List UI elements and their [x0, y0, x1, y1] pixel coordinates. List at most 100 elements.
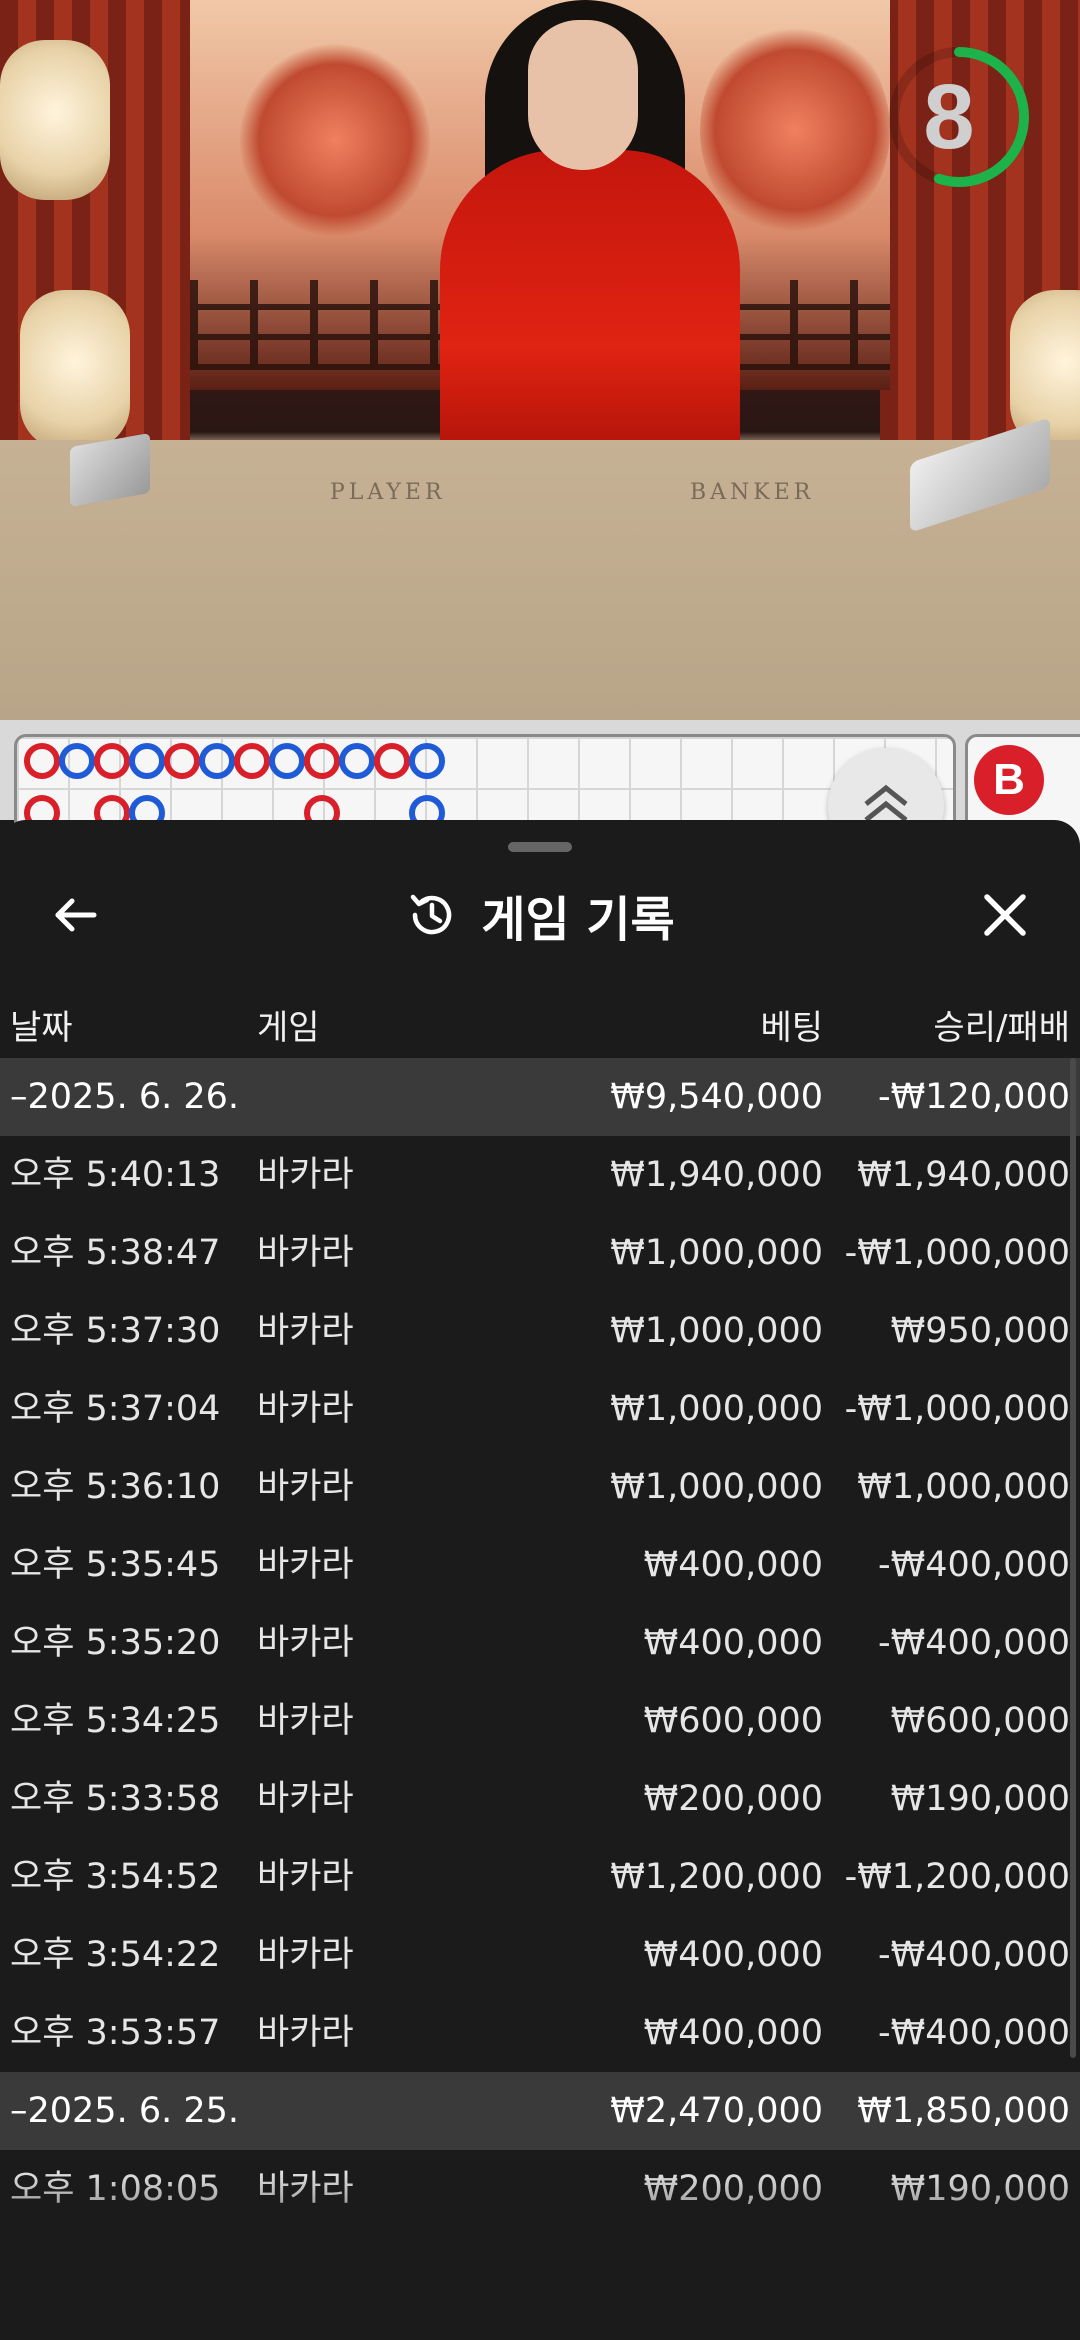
row-game: 바카라: [257, 1311, 354, 1351]
row-game: 바카라: [257, 1779, 354, 1819]
sheet-drag-handle[interactable]: [508, 842, 572, 852]
row-time: 오후 5:36:10: [10, 1467, 221, 1507]
row-time: 오후 3:54:22: [10, 1935, 221, 1975]
history-row[interactable]: 오후 5:35:45 바카라 ₩400,000 -₩400,000: [0, 1526, 1080, 1604]
history-row[interactable]: 오후 3:53:57 바카라 ₩400,000 -₩400,000: [0, 1994, 1080, 2072]
row-winloss: ₩1,000,000: [857, 1467, 1070, 1507]
row-game: 바카라: [257, 2013, 354, 2053]
group-bet-total: ₩9,540,000: [610, 1077, 823, 1117]
row-winloss: ₩950,000: [890, 1311, 1070, 1351]
row-game: 바카라: [257, 1389, 354, 1429]
row-winloss: ₩600,000: [890, 1701, 1070, 1741]
row-winloss: -₩1,200,000: [844, 1857, 1070, 1897]
row-bet: ₩1,000,000: [610, 1389, 823, 1429]
row-bet: ₩1,000,000: [610, 1233, 823, 1273]
blossom-tree-left: [240, 40, 430, 240]
column-header-bet[interactable]: 베팅: [760, 998, 823, 1058]
history-row[interactable]: 오후 5:37:30 바카라 ₩1,000,000 ₩950,000: [0, 1292, 1080, 1370]
row-winloss: -₩400,000: [878, 1623, 1070, 1663]
dealer-dress: [440, 150, 740, 480]
date-group-row[interactable]: –2025. 6. 25. ₩2,470,000 ₩1,850,000: [0, 2072, 1080, 2150]
row-bet: ₩1,000,000: [610, 1467, 823, 1507]
history-row[interactable]: 오후 3:54:52 바카라 ₩1,200,000 -₩1,200,000: [0, 1838, 1080, 1916]
player-bead: [129, 743, 165, 779]
row-winloss: -₩1,000,000: [844, 1233, 1070, 1273]
row-time: 오후 5:37:30: [10, 1311, 221, 1351]
player-bead: [409, 743, 445, 779]
player-bead: [269, 743, 305, 779]
group-date: –2025. 6. 25.: [10, 2091, 240, 2131]
row-bet: ₩200,000: [643, 1779, 823, 1819]
row-winloss: -₩400,000: [878, 1935, 1070, 1975]
banker-bead: [234, 743, 270, 779]
close-icon: [984, 894, 1026, 936]
history-row[interactable]: 오후 5:37:04 바카라 ₩1,000,000 -₩1,000,000: [0, 1370, 1080, 1448]
lantern-left: [0, 40, 110, 200]
history-row[interactable]: 오후 5:33:58 바카라 ₩200,000 ₩190,000: [0, 1760, 1080, 1838]
banker-bead: [94, 743, 130, 779]
player-bead: [59, 743, 95, 779]
row-game: 바카라: [257, 2169, 354, 2209]
row-bet: ₩400,000: [643, 1545, 823, 1585]
group-winloss-total: ₩1,850,000: [857, 2091, 1070, 2131]
history-row[interactable]: 오후 3:54:22 바카라 ₩400,000 -₩400,000: [0, 1916, 1080, 1994]
dealer-face: [528, 20, 638, 170]
live-dealer-video: PLAYER BANKER 8: [0, 0, 1080, 720]
row-game: 바카라: [257, 1155, 354, 1195]
history-row[interactable]: 오후 5:38:47 바카라 ₩1,000,000 -₩1,000,000: [0, 1214, 1080, 1292]
row-bet: ₩400,000: [643, 1623, 823, 1663]
felt-banker-label: BANKER: [690, 480, 815, 505]
blossom-tree-right: [700, 20, 890, 240]
row-bet: ₩200,000: [643, 2169, 823, 2209]
column-header-date[interactable]: 날짜: [10, 998, 73, 1058]
countdown-value: 8: [923, 65, 975, 168]
row-game: 바카라: [257, 1233, 354, 1273]
row-game: 바카라: [257, 1701, 354, 1741]
row-game: 바카라: [257, 1857, 354, 1897]
row-time: 오후 5:35:20: [10, 1623, 221, 1663]
history-row[interactable]: 오후 5:34:25 바카라 ₩600,000 ₩600,000: [0, 1682, 1080, 1760]
row-time: 오후 3:54:52: [10, 1857, 221, 1897]
row-time: 오후 5:35:45: [10, 1545, 221, 1585]
history-row[interactable]: 오후 5:40:13 바카라 ₩1,940,000 ₩1,940,000: [0, 1136, 1080, 1214]
history-icon: [411, 894, 452, 935]
row-winloss: ₩190,000: [890, 1779, 1070, 1819]
banker-bead: [164, 743, 200, 779]
row-winloss: -₩400,000: [878, 1545, 1070, 1585]
row-bet: ₩1,200,000: [610, 1857, 823, 1897]
history-row[interactable]: 오후 5:35:20 바카라 ₩400,000 -₩400,000: [0, 1604, 1080, 1682]
sheet-title: 게임 기록: [0, 880, 1080, 950]
felt-player-label: PLAYER: [330, 480, 446, 505]
row-winloss: -₩400,000: [878, 2013, 1070, 2053]
row-bet: ₩400,000: [643, 1935, 823, 1975]
date-group-row[interactable]: –2025. 6. 26. ₩9,540,000 -₩120,000: [0, 1058, 1080, 1136]
close-button[interactable]: [970, 880, 1040, 950]
player-bead: [199, 743, 235, 779]
history-row[interactable]: 오후 1:08:05 바카라 ₩200,000 ₩190,000: [0, 2150, 1080, 2228]
column-header-winloss[interactable]: 승리/패배: [933, 998, 1070, 1058]
row-time: 오후 5:38:47: [10, 1233, 221, 1273]
row-time: 오후 5:33:58: [10, 1779, 221, 1819]
row-time: 오후 1:08:05: [10, 2169, 221, 2209]
row-game: 바카라: [257, 1545, 354, 1585]
row-time: 오후 5:34:25: [10, 1701, 221, 1741]
row-time: 오후 5:40:13: [10, 1155, 221, 1195]
game-history-sheet: 게임 기록 날짜 게임 베팅 승리/패배 –2025. 6. 26. ₩9,540…: [0, 820, 1080, 2340]
row-bet: ₩400,000: [643, 2013, 823, 2053]
row-winloss: ₩190,000: [890, 2169, 1070, 2209]
banker-bead: [24, 743, 60, 779]
banker-badge: B: [974, 745, 1044, 815]
group-bet-total: ₩2,470,000: [610, 2091, 823, 2131]
row-game: 바카라: [257, 1467, 354, 1507]
history-row[interactable]: 오후 5:36:10 바카라 ₩1,000,000 ₩1,000,000: [0, 1448, 1080, 1526]
player-bead: [339, 743, 375, 779]
row-bet: ₩1,000,000: [610, 1311, 823, 1351]
history-table: –2025. 6. 26. ₩9,540,000 -₩120,000 오후 5:40:…: [0, 1058, 1080, 2340]
column-header-game[interactable]: 게임: [257, 998, 320, 1058]
row-winloss: -₩1,000,000: [844, 1389, 1070, 1429]
row-game: 바카라: [257, 1623, 354, 1663]
banker-bead: [374, 743, 410, 779]
group-winloss-total: -₩120,000: [878, 1077, 1070, 1117]
banker-bead: [304, 743, 340, 779]
scrollbar[interactable]: [1070, 1058, 1076, 2058]
